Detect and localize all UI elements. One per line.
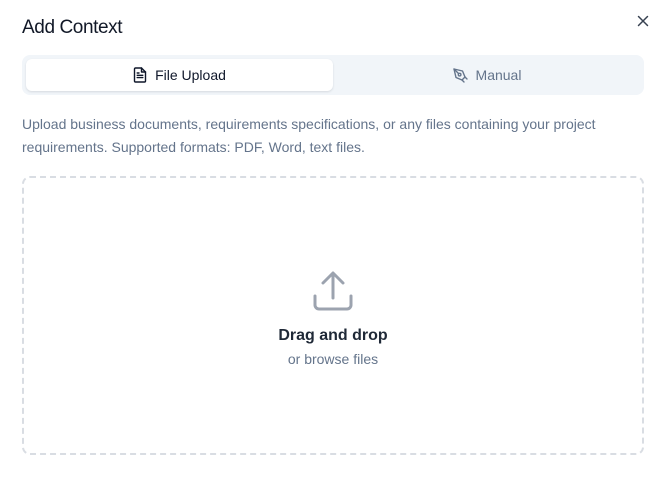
tab-manual-label: Manual [475, 67, 522, 83]
dropzone-title: Drag and drop [278, 326, 388, 344]
tab-file-upload-label: File Upload [155, 67, 226, 83]
dialog-title: Add Context [22, 17, 123, 38]
tab-list: File Upload Manual [22, 55, 644, 95]
tab-file-upload[interactable]: File Upload [26, 59, 333, 91]
pen-tool-icon [452, 68, 468, 83]
close-icon [637, 15, 649, 27]
file-text-icon [133, 67, 147, 83]
close-button[interactable] [634, 12, 652, 30]
upload-icon [313, 271, 353, 310]
browse-files-link[interactable]: or browse files [288, 351, 378, 367]
file-dropzone[interactable]: Drag and drop or browse files [22, 176, 644, 455]
upload-description: Upload business documents, requirements … [22, 116, 596, 155]
add-context-dialog: Add Context File Upload Manual Upload bu… [0, 0, 666, 478]
tab-manual[interactable]: Manual [333, 59, 640, 91]
